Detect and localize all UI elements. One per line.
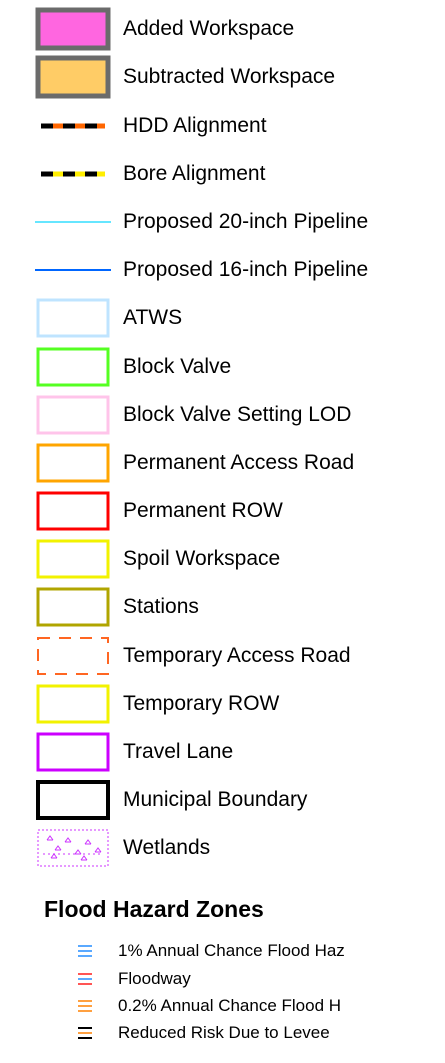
proposed-20-inch-pipeline-symbol-icon bbox=[35, 221, 111, 223]
legend-item-label: Added Workspace bbox=[123, 17, 295, 40]
legend-item-label: Temporary ROW bbox=[123, 692, 280, 715]
bore-alignment-symbol-icon bbox=[41, 171, 105, 177]
municipal-boundary-symbol-icon bbox=[36, 780, 110, 820]
travel-lane-symbol-icon bbox=[36, 732, 110, 772]
legend-item-label: Permanent ROW bbox=[123, 499, 283, 522]
map-legend: Added Workspace Subtracted Workspace HDD A… bbox=[0, 0, 445, 1063]
legend-item-spoil-workspace: Spoil Workspace bbox=[0, 535, 445, 583]
permanent-row-symbol-icon bbox=[36, 491, 110, 531]
legend-item-bore-alignment: Bore Alignment bbox=[0, 150, 445, 198]
added-workspace-symbol-icon bbox=[35, 7, 111, 51]
flood-item-label: Reduced Risk Due to Levee bbox=[118, 1023, 330, 1042]
flood-hatch-icon bbox=[78, 1027, 92, 1039]
legend-item-subtracted-workspace: Subtracted Workspace bbox=[0, 53, 445, 101]
legend-item-block-valve-setting-lod: Block Valve Setting LOD bbox=[0, 391, 445, 439]
legend-item-label: Temporary Access Road bbox=[123, 644, 351, 667]
wetlands-symbol-icon bbox=[37, 829, 109, 867]
temporary-access-road-symbol-icon bbox=[37, 637, 109, 675]
legend-item-label: Permanent Access Road bbox=[123, 451, 355, 474]
legend-item-permanent-row: Permanent ROW bbox=[0, 487, 445, 535]
block-valve-setting-lod-symbol-icon bbox=[36, 395, 110, 435]
legend-item-label: Municipal Boundary bbox=[123, 788, 308, 811]
hdd-alignment-symbol-icon bbox=[41, 123, 105, 129]
legend-item-label: Subtracted Workspace bbox=[123, 65, 336, 88]
legend-item-block-valve: Block Valve bbox=[0, 343, 445, 391]
flood-hazard-heading: Flood Hazard Zones bbox=[44, 896, 264, 922]
legend-item-label: Proposed 20-inch Pipeline bbox=[123, 210, 369, 233]
legend-item-proposed-16-inch-pipeline: Proposed 16-inch Pipeline bbox=[0, 246, 445, 294]
legend-item-label: Travel Lane bbox=[123, 740, 234, 763]
flood-hatch-icon bbox=[78, 945, 92, 957]
flood-item-label: 0.2% Annual Chance Flood H bbox=[118, 996, 342, 1015]
temporary-row-symbol-icon bbox=[36, 684, 110, 724]
stations-symbol-icon bbox=[36, 587, 110, 627]
flood-item-1pct-annual-chance-flood-haz: 1% Annual Chance Flood Haz bbox=[0, 936, 445, 966]
legend-item-permanent-access-road: Permanent Access Road bbox=[0, 439, 445, 487]
legend-item-label: Block Valve Setting LOD bbox=[123, 403, 352, 426]
legend-item-atws: ATWS bbox=[0, 294, 445, 342]
flood-item-label: 1% Annual Chance Flood Haz bbox=[118, 941, 345, 960]
legend-item-label: ATWS bbox=[123, 306, 183, 329]
legend-item-wetlands: Wetlands bbox=[0, 824, 445, 872]
legend-item-label: HDD Alignment bbox=[123, 114, 267, 137]
legend-item-added-workspace: Added Workspace bbox=[0, 5, 445, 53]
legend-item-travel-lane: Travel Lane bbox=[0, 728, 445, 776]
legend-item-label: Wetlands bbox=[123, 836, 211, 859]
block-valve-symbol-icon bbox=[36, 347, 110, 387]
legend-item-label: Spoil Workspace bbox=[123, 547, 281, 570]
spoil-workspace-symbol-icon bbox=[36, 539, 110, 579]
legend-item-stations: Stations bbox=[0, 583, 445, 631]
flood-item-0-2pct-annual-chance-flood-h: 0.2% Annual Chance Flood H bbox=[0, 991, 445, 1021]
flood-hatch-icon bbox=[78, 1000, 92, 1012]
flood-hatch-icon bbox=[78, 973, 92, 985]
subtracted-workspace-symbol-icon bbox=[35, 55, 111, 99]
legend-item-municipal-boundary: Municipal Boundary bbox=[0, 776, 445, 824]
legend-item-proposed-20-inch-pipeline: Proposed 20-inch Pipeline bbox=[0, 198, 445, 246]
flood-item-floodway: Floodway bbox=[0, 964, 445, 994]
proposed-16-inch-pipeline-symbol-icon bbox=[35, 269, 111, 271]
flood-item-reduced-risk-due-to-levee: Reduced Risk Due to Levee bbox=[0, 1018, 445, 1048]
legend-item-temporary-row: Temporary ROW bbox=[0, 680, 445, 728]
legend-item-label: Bore Alignment bbox=[123, 162, 266, 185]
legend-item-temporary-access-road: Temporary Access Road bbox=[0, 632, 445, 680]
legend-item-hdd-alignment: HDD Alignment bbox=[0, 102, 445, 150]
legend-item-label: Proposed 16-inch Pipeline bbox=[123, 258, 369, 281]
permanent-access-road-symbol-icon bbox=[36, 443, 110, 483]
flood-item-label: Floodway bbox=[118, 969, 191, 988]
atws-symbol-icon bbox=[36, 298, 110, 338]
legend-item-label: Stations bbox=[123, 595, 199, 618]
legend-item-label: Block Valve bbox=[123, 355, 232, 378]
